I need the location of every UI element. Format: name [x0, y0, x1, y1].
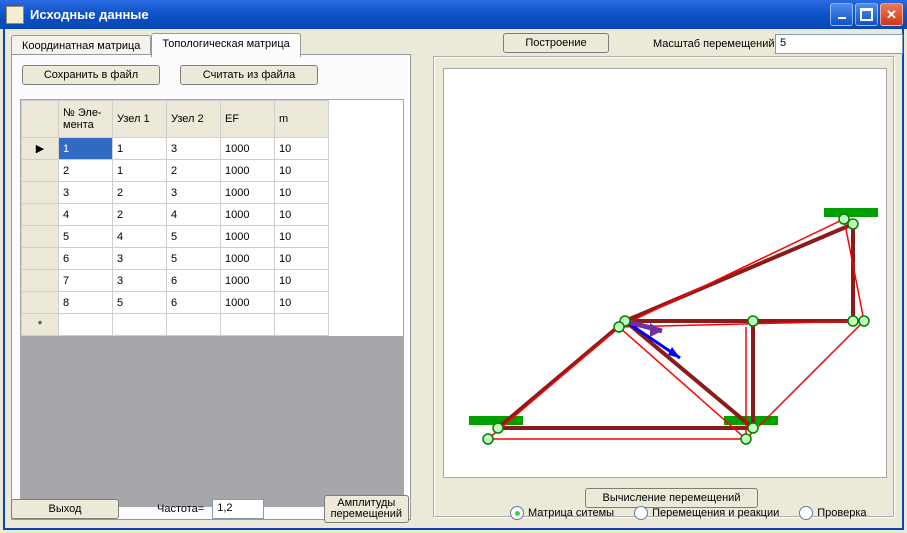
topology-grid[interactable]: № Эле- мента Узел 1 Узел 2 EF m ▶ 1 1 3 … — [20, 99, 404, 507]
row-marker: ▶ — [22, 138, 59, 160]
cell[interactable]: 3 — [167, 138, 221, 160]
cell[interactable]: 10 — [275, 226, 329, 248]
minimize-button[interactable] — [830, 3, 853, 26]
radio-dot-icon — [634, 506, 648, 520]
cell[interactable] — [221, 314, 275, 336]
radio-dot-icon — [799, 506, 813, 520]
frequency-label: Частота= — [157, 503, 204, 515]
tab-page-topology: Сохранить в файл Считать из файла № Эле-… — [11, 54, 411, 520]
col-ef[interactable]: EF — [221, 101, 275, 138]
cell[interactable]: 8 — [59, 292, 113, 314]
table-row[interactable]: 424100010 — [22, 204, 329, 226]
frequency-input[interactable]: 1,2 — [212, 499, 264, 519]
truss-diagram-canvas — [443, 68, 887, 478]
cell[interactable]: 1000 — [221, 270, 275, 292]
maximize-button[interactable] — [855, 3, 878, 26]
cell[interactable]: 2 — [113, 204, 167, 226]
cell[interactable]: 5 — [113, 292, 167, 314]
close-button[interactable]: ✕ — [880, 3, 903, 26]
cell[interactable] — [275, 314, 329, 336]
cell[interactable]: 10 — [275, 182, 329, 204]
radio-displacements-reactions[interactable]: Перемещения и реакции — [634, 506, 779, 520]
cell[interactable]: 10 — [275, 160, 329, 182]
cell[interactable]: 1 — [59, 138, 113, 160]
cell[interactable]: 4 — [113, 226, 167, 248]
radio-dot-icon — [510, 506, 524, 520]
cell[interactable]: 1000 — [221, 226, 275, 248]
col-m[interactable]: m — [275, 101, 329, 138]
cell[interactable]: 2 — [113, 182, 167, 204]
cell[interactable]: 5 — [167, 248, 221, 270]
radio-label: Проверка — [817, 507, 866, 519]
col-elem-num[interactable]: № Эле- мента — [59, 101, 113, 138]
grid-corner[interactable] — [22, 101, 59, 138]
cell[interactable]: 3 — [113, 248, 167, 270]
bottom-bar: Выход Частота= 1,2 Амплитуды перемещений — [11, 494, 409, 524]
table-row[interactable]: 323100010 — [22, 182, 329, 204]
cell[interactable]: 4 — [59, 204, 113, 226]
cell[interactable]: 10 — [275, 248, 329, 270]
build-button[interactable]: Построение — [503, 33, 609, 53]
load-from-file-button[interactable]: Считать из файла — [180, 65, 318, 85]
save-to-file-button[interactable]: Сохранить в файл — [22, 65, 160, 85]
col-node1[interactable]: Узел 1 — [113, 101, 167, 138]
table-new-row[interactable]: * — [22, 314, 329, 336]
new-row-marker: * — [22, 314, 59, 336]
cell[interactable]: 5 — [167, 226, 221, 248]
radio-system-matrix[interactable]: Матрица ситемы — [510, 506, 614, 520]
cell[interactable]: 1000 — [221, 160, 275, 182]
cell[interactable]: 1000 — [221, 182, 275, 204]
cell[interactable]: 2 — [167, 160, 221, 182]
cell[interactable]: 10 — [275, 270, 329, 292]
table-row[interactable]: 212100010 — [22, 160, 329, 182]
cell[interactable]: 10 — [275, 292, 329, 314]
scale-label: Масштаб перемещений: — [653, 38, 778, 50]
cell[interactable] — [167, 314, 221, 336]
cell[interactable]: 10 — [275, 204, 329, 226]
tab-topology-matrix[interactable]: Топологическая матрица — [151, 33, 300, 57]
scale-input[interactable]: 5 — [775, 34, 903, 54]
table-row[interactable]: ▶ 1 1 3 1000 10 — [22, 138, 329, 160]
table-row[interactable]: 856100010 — [22, 292, 329, 314]
radio-label: Матрица ситемы — [528, 507, 614, 519]
cell[interactable] — [59, 314, 113, 336]
cell[interactable]: 7 — [59, 270, 113, 292]
table-row[interactable]: 635100010 — [22, 248, 329, 270]
cell[interactable]: 2 — [59, 160, 113, 182]
cell[interactable]: 4 — [167, 204, 221, 226]
app-icon — [6, 6, 24, 24]
cell[interactable]: 1000 — [221, 248, 275, 270]
table-row[interactable]: 736100010 — [22, 270, 329, 292]
cell[interactable]: 3 — [167, 182, 221, 204]
cell[interactable]: 1 — [113, 138, 167, 160]
radio-label: Перемещения и реакции — [652, 507, 779, 519]
cell[interactable]: 10 — [275, 138, 329, 160]
cell[interactable]: 3 — [113, 270, 167, 292]
cell[interactable]: 6 — [167, 270, 221, 292]
window-titlebar: Исходные данные ✕ — [0, 0, 907, 29]
compute-displacements-button[interactable]: Вычисление перемещений — [585, 488, 758, 508]
cell[interactable]: 6 — [167, 292, 221, 314]
amplitudes-button[interactable]: Амплитуды перемещений — [324, 495, 409, 523]
window-title: Исходные данные — [30, 7, 149, 22]
radio-check[interactable]: Проверка — [799, 506, 866, 520]
cell[interactable]: 5 — [59, 226, 113, 248]
cell[interactable]: 1 — [113, 160, 167, 182]
cell[interactable]: 1000 — [221, 292, 275, 314]
cell[interactable] — [113, 314, 167, 336]
cell[interactable]: 1000 — [221, 204, 275, 226]
cell[interactable]: 1000 — [221, 138, 275, 160]
diagram-group: Вычисление перемещений — [433, 56, 895, 518]
cell[interactable]: 6 — [59, 248, 113, 270]
exit-button[interactable]: Выход — [11, 499, 119, 519]
cell[interactable]: 3 — [59, 182, 113, 204]
col-node2[interactable]: Узел 2 — [167, 101, 221, 138]
table-row[interactable]: 545100010 — [22, 226, 329, 248]
